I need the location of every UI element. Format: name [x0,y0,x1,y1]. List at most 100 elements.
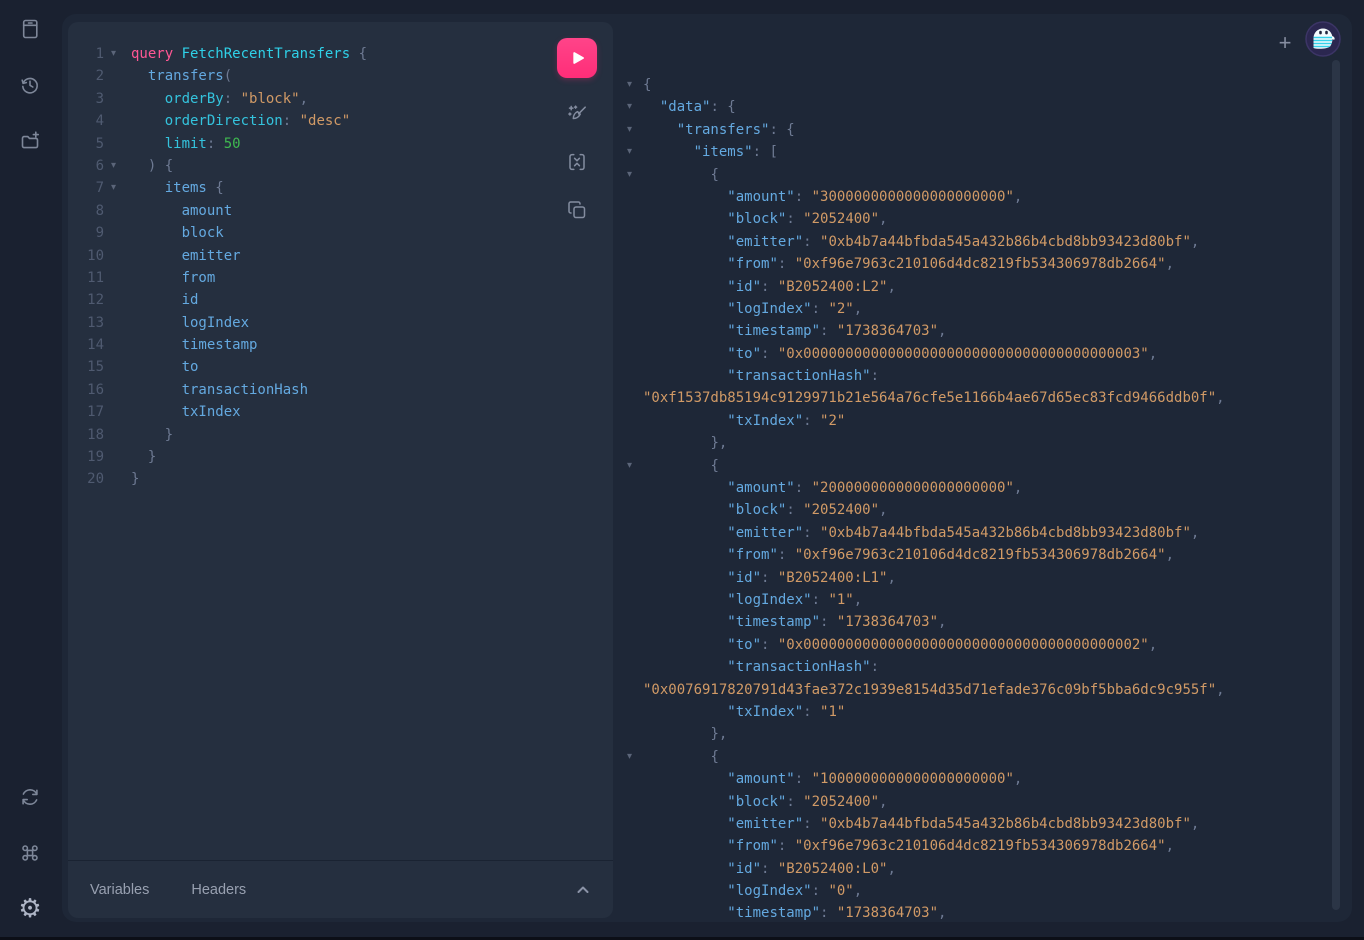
fold-spacer [104,65,131,87]
code-line[interactable]: 14 timestamp [68,334,613,356]
code-line[interactable]: 9 block [68,222,613,244]
response-line: "id": "B2052400:L1", [613,567,1352,589]
collapse-tools-button[interactable] [575,882,591,898]
copy-query-icon[interactable] [565,198,589,222]
fold-spacer [627,343,643,365]
response-line: ▾ { [613,164,1352,186]
code-line[interactable]: 8 amount [68,200,613,222]
fold-spacer [104,424,131,446]
code-line[interactable]: 10 emitter [68,245,613,267]
response-line: "transactionHash": [613,656,1352,678]
response-line: "from": "0xf96e7963c210106d4dc8219fb5343… [613,835,1352,857]
code-line[interactable]: 19 } [68,446,613,468]
line-number: 12 [68,289,104,311]
response-line: ▾ "items": [ [613,141,1352,163]
fold-spacer [627,432,643,454]
response-line: "id": "B2052400:L2", [613,276,1352,298]
code-line[interactable]: 13 logIndex [68,312,613,334]
response-line: }, [613,723,1352,745]
fold-arrow-icon[interactable]: ▾ [104,177,131,199]
line-number: 8 [68,200,104,222]
fold-spacer [627,276,643,298]
fold-spacer [627,634,643,656]
response-scrollbar[interactable] [1332,60,1340,910]
code-line[interactable]: 6▾ ) { [68,155,613,177]
response-line: ▾ { [613,746,1352,768]
line-number: 20 [68,468,104,490]
line-number: 3 [68,88,104,110]
fold-arrow-icon[interactable]: ▾ [104,43,131,65]
tab-variables[interactable]: Variables [90,882,149,898]
code-line[interactable]: 1▾query FetchRecentTransfers { [68,43,613,65]
line-number: 14 [68,334,104,356]
code-line[interactable]: 4 orderDirection: "desc" [68,110,613,132]
playground-container: 1▾query FetchRecentTransfers {2 transfer… [62,14,1352,922]
response-line: }, [613,432,1352,454]
fold-arrow-icon[interactable]: ▾ [627,119,643,141]
play-icon [566,47,588,69]
response-line: "emitter": "0xb4b7a44bfbda545a432b86b4cb… [613,231,1352,253]
history-icon[interactable] [18,73,42,97]
line-number: 18 [68,424,104,446]
response-line: "timestamp": "1738364703", [613,611,1352,633]
fold-spacer [104,133,131,155]
code-line[interactable]: 7▾ items { [68,177,613,199]
fold-arrow-icon[interactable]: ▾ [627,96,643,118]
fold-spacer [627,208,643,230]
fold-spacer [627,253,643,275]
code-line[interactable]: 18 } [68,424,613,446]
line-number: 10 [68,245,104,267]
response-line: "timestamp": "1738364703", [613,320,1352,342]
prettify-icon[interactable] [565,103,589,127]
line-number: 4 [68,110,104,132]
fold-arrow-icon[interactable]: ▾ [627,164,643,186]
code-line[interactable]: 2 transfers( [68,65,613,87]
merge-fragments-icon[interactable] [565,150,589,174]
tab-headers[interactable]: Headers [191,882,246,898]
line-number: 6 [68,155,104,177]
fold-spacer [627,902,643,922]
add-tab-button[interactable]: + [1272,30,1298,56]
new-collection-icon[interactable] [18,129,42,153]
ponder-ghost-logo-icon [1304,20,1342,58]
fold-arrow-icon[interactable]: ▾ [627,74,643,96]
fold-spacer [627,320,643,342]
query-editor[interactable]: 1▾query FetchRecentTransfers {2 transfer… [68,22,613,860]
response-line: "block": "2052400", [613,499,1352,521]
code-line[interactable]: 3 orderBy: "block", [68,88,613,110]
code-line[interactable]: 16 transactionHash [68,379,613,401]
code-line[interactable]: 11 from [68,267,613,289]
fold-arrow-icon[interactable]: ▾ [104,155,131,177]
refetch-schema-icon[interactable] [18,785,42,809]
fold-arrow-icon[interactable]: ▾ [627,455,643,477]
line-number: 1 [68,43,104,65]
line-number: 7 [68,177,104,199]
fold-spacer [104,356,131,378]
fold-spacer [627,679,643,701]
docs-icon[interactable] [18,17,42,41]
fold-arrow-icon[interactable]: ▾ [627,746,643,768]
response-line: ▾ "transfers": { [613,119,1352,141]
fold-spacer [627,701,643,723]
code-line[interactable]: 5 limit: 50 [68,133,613,155]
code-line[interactable]: 17 txIndex [68,401,613,423]
response-line: "block": "2052400", [613,791,1352,813]
fold-spacer [627,835,643,857]
fold-spacer [627,499,643,521]
fold-spacer [627,365,643,387]
response-line: "emitter": "0xb4b7a44bfbda545a432b86b4cb… [613,522,1352,544]
chevron-up-icon [575,882,591,898]
execute-query-button[interactable] [557,38,597,78]
line-number: 13 [68,312,104,334]
response-line: "amount": "1000000000000000000000", [613,768,1352,790]
keyboard-shortcuts-icon[interactable] [18,841,42,865]
code-line[interactable]: 20} [68,468,613,490]
settings-gear-icon[interactable]: ⚙ [18,896,42,920]
fold-spacer [627,567,643,589]
fold-spacer [627,768,643,790]
code-line[interactable]: 12 id [68,289,613,311]
code-line[interactable]: 15 to [68,356,613,378]
line-number: 17 [68,401,104,423]
fold-arrow-icon[interactable]: ▾ [627,141,643,163]
fold-spacer [104,468,131,490]
